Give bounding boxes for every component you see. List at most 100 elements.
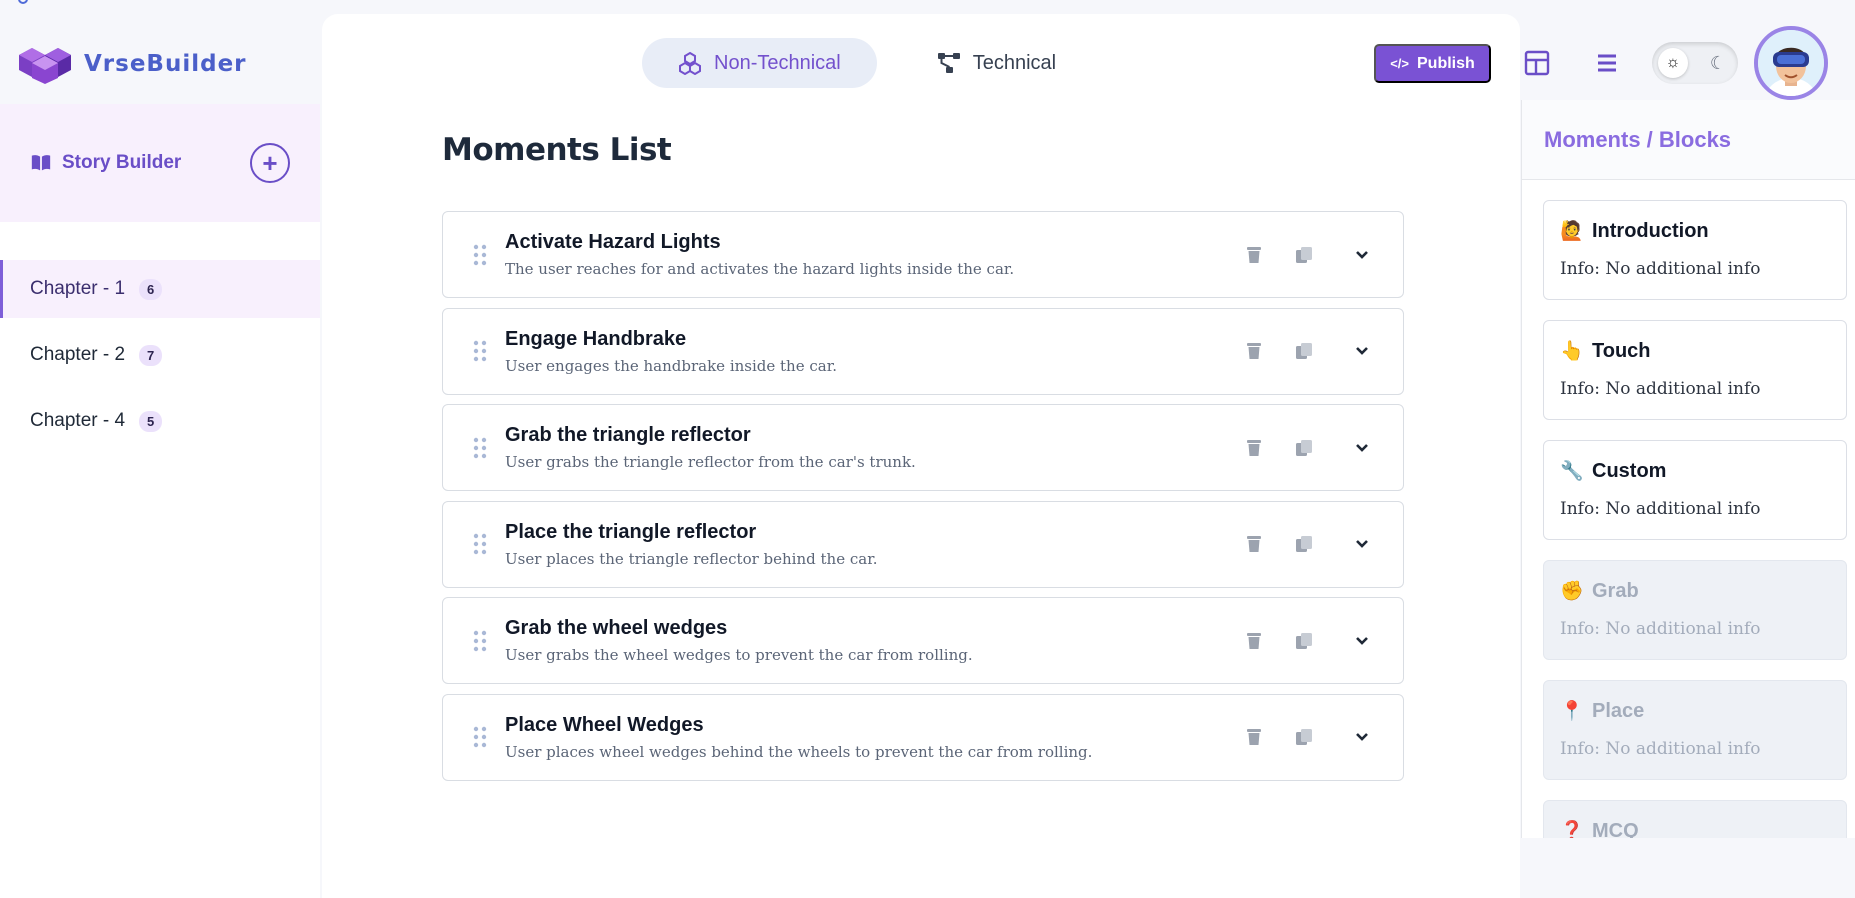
theme-toggle[interactable]: ☼ ☾ [1652,42,1738,84]
pointing-hand-icon: 👆 [1560,341,1584,362]
drag-handle-icon[interactable] [465,340,495,362]
copy-icon[interactable] [1293,533,1315,555]
block-info: Info: No additional info [1560,259,1761,279]
main-panel: Non-Technical Technical Moments List Act… [322,14,1520,898]
publish-button[interactable]: </> Publish [1374,44,1491,83]
block-info: Info: No additional info [1560,499,1761,519]
trash-icon[interactable] [1243,340,1265,362]
book-icon [31,155,51,171]
moment-row[interactable]: Place the triangle reflector User places … [442,500,1404,588]
app-name: VrseBuilder [84,51,247,77]
moment-row[interactable]: Place Wheel Wedges User places wheel wedg… [442,693,1404,781]
trash-icon[interactable] [1243,726,1265,748]
block-name: Grab [1592,579,1639,602]
fist-icon: ✊ [1560,581,1584,602]
block-info: Info: No additional info [1560,619,1761,639]
chevron-down-icon[interactable] [1351,630,1373,652]
sidebar-item-chapter-2[interactable]: Chapter - 2 7 [0,326,320,384]
question-icon: ❓ [1560,821,1584,838]
trash-icon[interactable] [1243,244,1265,266]
chapter-list: Chapter - 1 6 Chapter - 2 7 Chapter - 4 … [0,260,320,450]
moment-title: Place the triangle reflector [505,520,757,543]
drag-handle-icon[interactable] [465,630,495,652]
moment-description: User places wheel wedges behind the whee… [505,742,1093,761]
wrench-icon: 🔧 [1560,461,1584,482]
moment-row[interactable]: Grab the wheel wedges User grabs the whee… [442,597,1404,684]
copy-icon[interactable] [1293,630,1315,652]
moment-row[interactable]: Activate Hazard Lights The user reaches f… [442,211,1404,298]
logo-cubes-icon [19,48,71,84]
block-touch[interactable]: 👆 Touch Info: No additional info [1543,320,1847,420]
block-name: MCQ [1592,819,1639,839]
moment-title: Grab the wheel wedges [505,617,728,639]
moment-title: Place Wheel Wedges [505,713,704,736]
block-custom[interactable]: 🔧 Custom Info: No additional info [1543,440,1847,540]
cubes-icon [679,51,701,75]
sidebar: Story Builder + Chapter - 1 6 Chapter - … [0,104,320,898]
moon-icon[interactable]: ☾ [1704,49,1732,77]
tab-technical[interactable]: Technical [901,38,1092,88]
moment-title: Grab the triangle reflector [505,424,751,446]
publish-label: Publish [1417,54,1475,72]
drag-handle-icon[interactable] [465,244,495,266]
moment-description: User places the triangle reflector behin… [505,549,878,568]
block-grab[interactable]: ✊ Grab Info: No additional info [1543,560,1847,660]
copy-icon[interactable] [1293,437,1315,459]
chapter-label: Chapter - 1 [30,278,126,299]
moment-row[interactable]: Grab the triangle reflector User grabs th… [442,404,1404,491]
chevron-down-icon[interactable] [1351,533,1373,555]
chevron-down-icon[interactable] [1351,437,1373,459]
copy-icon[interactable] [1293,340,1315,362]
story-builder-label: Story Builder [62,152,182,173]
add-chapter-button[interactable]: + [250,143,290,183]
layout-icon[interactable] [1524,50,1550,76]
trash-icon[interactable] [1243,630,1265,652]
moment-title: Engage Handbrake [505,327,687,350]
copy-icon[interactable] [1293,726,1315,748]
story-builder-title[interactable]: Story Builder [30,152,181,174]
hamburger-menu-icon[interactable] [1594,50,1620,76]
sidebar-item-chapter-1[interactable]: Chapter - 1 6 [0,260,320,318]
chevron-down-icon[interactable] [1351,340,1373,362]
chapter-count-badge: 5 [139,410,163,432]
trash-icon[interactable] [1243,533,1265,555]
block-info: Info: No additional info [1560,739,1761,759]
block-introduction[interactable]: 🙋 Introduction Info: No additional info [1543,200,1847,300]
block-name: Touch [1592,339,1651,362]
drag-handle-icon[interactable] [465,533,495,555]
chevron-down-icon[interactable] [1351,726,1373,748]
drag-handle-icon[interactable] [465,726,495,748]
top-indicator-icon [18,0,28,4]
blocks-panel-title: Moments / Blocks [1522,100,1855,180]
tab-non-technical[interactable]: Non-Technical [642,38,877,88]
chapter-label: Chapter - 2 [30,344,126,365]
drag-handle-icon[interactable] [465,437,495,459]
tab-label: Technical [972,51,1057,74]
chapter-count-badge: 7 [139,344,163,366]
raised-hand-icon: 🙋 [1560,221,1584,242]
moment-row[interactable]: Engage Handbrake User engages the handbra… [442,307,1404,395]
moment-description: The user reaches for and activates the h… [505,260,1015,278]
sidebar-item-chapter-4[interactable]: Chapter - 4 5 [0,392,320,450]
moment-description: User grabs the triangle reflector from t… [505,453,916,471]
block-mcq[interactable]: ❓ MCQ [1543,800,1847,838]
blocks-panel: Moments / Blocks 🙋 Introduction Info: No … [1521,100,1855,838]
moments-list: Activate Hazard Lights The user reaches f… [442,211,1404,790]
chapter-label: Chapter - 4 [30,410,126,431]
tab-label: Non-Technical [714,51,841,74]
app-logo[interactable]: VrseBuilder [18,44,247,84]
code-icon: </> [1390,56,1409,71]
block-place[interactable]: 📍 Place Info: No additional info [1543,680,1847,780]
moment-description: User grabs the wheel wedges to prevent t… [505,646,973,664]
sun-icon[interactable]: ☼ [1658,48,1688,78]
trash-icon[interactable] [1243,437,1265,459]
diagram-icon [937,53,960,73]
page-title: Moments List [442,132,672,168]
copy-icon[interactable] [1293,244,1315,266]
chevron-down-icon[interactable] [1351,244,1373,266]
place-icon: 📍 [1560,701,1584,722]
moment-title: Activate Hazard Lights [505,231,721,253]
avatar[interactable] [1754,26,1828,100]
block-name: Introduction [1592,219,1709,242]
story-builder-header: Story Builder + [0,104,320,222]
